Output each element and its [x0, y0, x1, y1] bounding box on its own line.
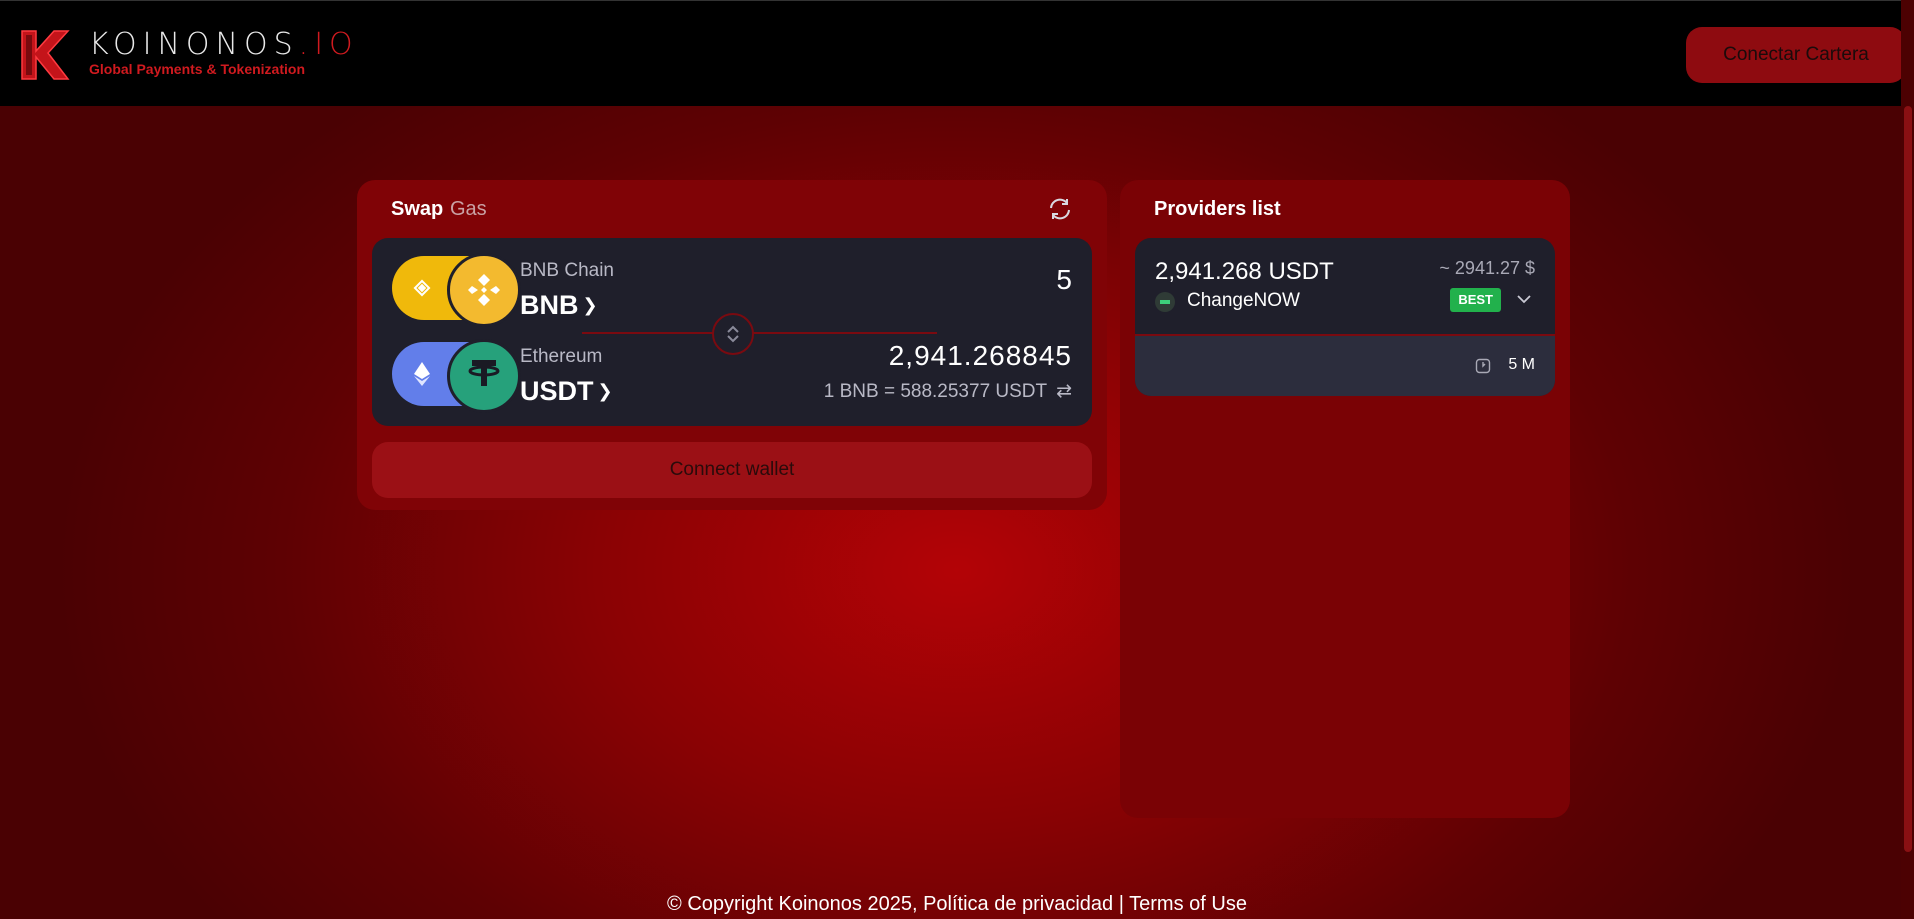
terms-link[interactable]: Terms of Use	[1129, 893, 1247, 915]
to-chain-label: Ethereum	[520, 346, 603, 367]
chevron-down-icon: ❯	[597, 381, 613, 401]
brand-suffix-text: .IO	[298, 27, 359, 62]
provider-item[interactable]: 2,941.268 USDT ~ 2941.27 $ ChangeNOW BES…	[1135, 238, 1555, 396]
scrollbar-thumb[interactable]	[1904, 106, 1912, 852]
brand-main-text: KOINONOS	[89, 27, 299, 62]
to-token-select[interactable]: USDT ❯	[520, 376, 613, 407]
tether-icon	[447, 339, 521, 413]
swap-panel: Swap Gas BNB Chain BNB ❯ 5 Ethereum USDT…	[357, 180, 1107, 510]
provider-summary: 2,941.268 USDT ~ 2941.27 $ ChangeNOW BES…	[1135, 238, 1555, 334]
provider-time: 5 M	[1508, 356, 1535, 373]
exchange-rate[interactable]: 1 BNB = 588.25377 USDT ⇄	[824, 380, 1072, 403]
from-token-label: BNB	[520, 290, 579, 320]
exchange-rate-text: 1 BNB = 588.25377 USDT	[823, 381, 1047, 402]
provider-details: 5 M	[1135, 334, 1555, 396]
clock-icon	[1475, 358, 1491, 374]
footer-separator: |	[1118, 893, 1124, 915]
footer: © Copyright Koinonos 2025, Política de p…	[0, 893, 1914, 916]
swap-direction-icon	[727, 325, 739, 343]
connect-wallet-button[interactable]: Connect wallet	[372, 442, 1092, 498]
koinonos-logo-icon[interactable]	[18, 27, 70, 83]
swap-pair-box: BNB Chain BNB ❯ 5 Ethereum USDT ❯ 2,941.…	[372, 238, 1092, 426]
top-header: KOINONOS.IO Global Payments & Tokenizati…	[0, 0, 1914, 106]
privacy-link[interactable]: Política de privacidad	[923, 893, 1113, 915]
tab-gas[interactable]: Gas	[450, 198, 487, 221]
bnb-chain-icon	[413, 279, 431, 297]
chevron-down-icon: ❯	[582, 295, 598, 315]
provider-amount: 2,941.268 USDT	[1155, 258, 1334, 285]
to-token-icons[interactable]	[392, 339, 521, 413]
providers-title: Providers list	[1154, 198, 1281, 220]
bnb-icon	[447, 253, 521, 327]
to-token-label: USDT	[520, 376, 594, 406]
provider-usd-value: ~ 2941.27 $	[1439, 258, 1535, 278]
tab-swap[interactable]: Swap	[391, 198, 443, 221]
from-token-icons[interactable]	[392, 253, 521, 327]
providers-panel: Providers list 2,941.268 USDT ~ 2941.27 …	[1120, 180, 1570, 818]
to-amount-value: 2,941.268845	[888, 340, 1072, 371]
chevron-down-icon[interactable]	[1515, 290, 1533, 308]
from-amount-input[interactable]: 5	[1056, 264, 1072, 296]
from-token-select[interactable]: BNB ❯	[520, 290, 598, 321]
exchange-rate-icon[interactable]: ⇄	[1056, 381, 1072, 402]
provider-name: ChangeNOW	[1187, 290, 1300, 311]
brand-tagline: Global Payments & Tokenization	[89, 61, 306, 77]
refresh-icon[interactable]	[1047, 196, 1073, 222]
best-badge: BEST	[1450, 288, 1501, 312]
connect-wallet-header-button[interactable]: Conectar Cartera	[1686, 27, 1906, 83]
brand-name: KOINONOS.IO	[89, 27, 359, 62]
swap-direction-button[interactable]	[712, 313, 754, 355]
from-chain-label: BNB Chain	[520, 260, 614, 281]
divider	[582, 332, 937, 334]
ethereum-icon	[414, 362, 430, 386]
changenow-icon	[1155, 292, 1175, 312]
copyright-text: © Copyright Koinonos 2025,	[667, 893, 918, 915]
scrollbar[interactable]	[1901, 0, 1914, 919]
